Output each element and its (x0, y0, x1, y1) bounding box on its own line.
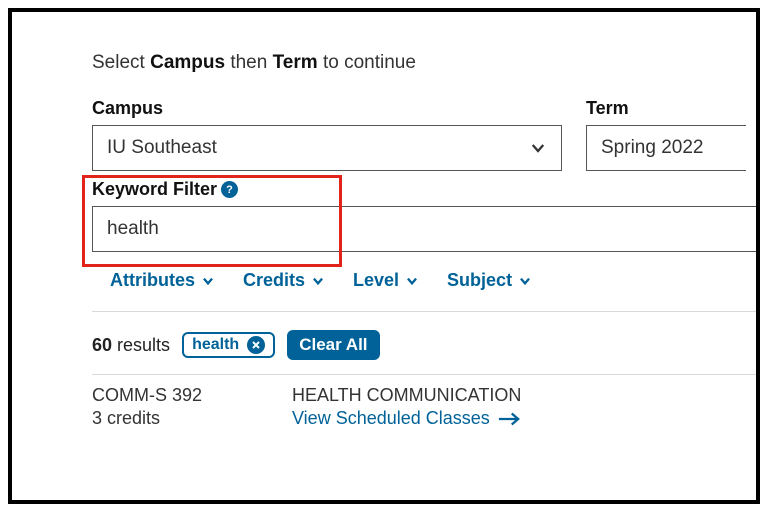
selectors-row: Campus IU Southeast Term Spring 2022 (92, 98, 756, 171)
filter-chip-health[interactable]: health (182, 332, 275, 358)
clear-all-button[interactable]: Clear All (287, 330, 379, 360)
instruction-post: to continue (318, 52, 416, 73)
filter-level-label: Level (353, 270, 399, 291)
result-left: COMM-S 392 3 credits (92, 385, 292, 429)
instruction-mid: then (225, 52, 273, 73)
term-field: Term Spring 2022 (586, 98, 746, 171)
results-summary: 60 results health Clear All (92, 330, 756, 360)
result-row: COMM-S 392 3 credits HEALTH COMMUNICATIO… (92, 385, 756, 429)
course-title: HEALTH COMMUNICATION (292, 385, 521, 406)
chevron-down-icon (201, 274, 215, 288)
keyword-label-row: Keyword Filter ? (92, 179, 756, 200)
results-count-number: 60 (92, 335, 112, 355)
instruction-text: Select Campus then Term to continue (92, 52, 756, 74)
filter-chip-label: health (192, 336, 239, 354)
filter-subject-label: Subject (447, 270, 512, 291)
arrow-right-icon (498, 412, 520, 426)
chevron-down-icon (529, 139, 547, 157)
divider (92, 311, 756, 312)
campus-select[interactable]: IU Southeast (92, 125, 562, 171)
campus-label: Campus (92, 98, 562, 119)
filter-level[interactable]: Level (353, 270, 419, 291)
filter-credits-label: Credits (243, 270, 305, 291)
term-select[interactable]: Spring 2022 (586, 125, 746, 171)
help-icon[interactable]: ? (221, 181, 238, 198)
results-count-label: results (112, 335, 170, 355)
instruction-campus-word: Campus (150, 52, 225, 73)
chevron-down-icon (518, 274, 532, 288)
campus-value: IU Southeast (107, 137, 217, 159)
result-right: HEALTH COMMUNICATION View Scheduled Clas… (292, 385, 521, 429)
filter-attributes-label: Attributes (110, 270, 195, 291)
chevron-down-icon (405, 274, 419, 288)
keyword-section: Keyword Filter ? (92, 179, 756, 252)
keyword-label: Keyword Filter (92, 179, 217, 200)
view-scheduled-link[interactable]: View Scheduled Classes (292, 408, 520, 429)
results-count: 60 results (92, 335, 170, 356)
campus-field: Campus IU Southeast (92, 98, 562, 171)
keyword-input[interactable] (92, 206, 756, 252)
term-value: Spring 2022 (601, 137, 703, 159)
filter-credits[interactable]: Credits (243, 270, 325, 291)
chevron-down-icon (311, 274, 325, 288)
filter-subject[interactable]: Subject (447, 270, 532, 291)
instruction-pre: Select (92, 52, 150, 73)
term-label: Term (586, 98, 746, 119)
instruction-term-word: Term (273, 52, 318, 73)
divider (92, 374, 756, 375)
view-scheduled-label: View Scheduled Classes (292, 408, 490, 429)
filter-attributes[interactable]: Attributes (110, 270, 215, 291)
course-credits: 3 credits (92, 408, 292, 429)
filter-bar: Attributes Credits Level Subject (92, 270, 756, 307)
course-code: COMM-S 392 (92, 385, 292, 406)
class-search-panel: Select Campus then Term to continue Camp… (8, 8, 760, 504)
close-icon[interactable] (247, 336, 265, 354)
